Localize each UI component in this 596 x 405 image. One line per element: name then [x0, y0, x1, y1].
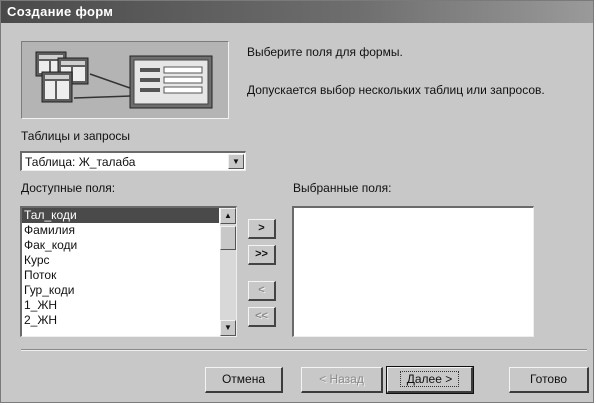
remove-field-button[interactable]: <	[248, 281, 276, 301]
list-item[interactable]: Гур_коди	[22, 283, 219, 298]
next-button-label: Далее >	[399, 371, 460, 387]
instruction-heading: Выберите поля для формы.	[247, 45, 403, 59]
scroll-up-arrow-icon[interactable]: ▲	[220, 208, 236, 224]
list-item[interactable]: Фамилия	[22, 223, 219, 238]
list-item[interactable]: Поток	[22, 268, 219, 283]
list-item[interactable]: 1_ЖН	[22, 298, 219, 313]
instruction-description: Допускается выбор нескольких таблиц или …	[247, 83, 545, 97]
available-fields-list[interactable]: Тал_коди Фамилия Фак_коди Курс Поток Гур_коди…	[20, 206, 237, 337]
next-button[interactable]: Далее >	[386, 366, 474, 394]
available-fields-scrollbar[interactable]: ▲ ▼	[220, 208, 236, 336]
scroll-down-arrow-icon[interactable]: ▼	[220, 320, 236, 336]
scroll-thumb[interactable]	[220, 226, 236, 250]
available-fields-label: Доступные поля:	[21, 181, 116, 195]
cancel-button[interactable]: Отмена	[205, 367, 283, 393]
footer-divider	[21, 349, 587, 351]
list-item[interactable]: Фак_коди	[22, 238, 219, 253]
finish-button[interactable]: Готово	[509, 367, 589, 393]
title-bar[interactable]: Создание форм	[1, 1, 593, 23]
add-field-button[interactable]: >	[248, 219, 276, 239]
form-wizard-dialog: Создание форм Выберите поля для формы. Д…	[0, 0, 594, 403]
back-button[interactable]: < Назад	[301, 367, 383, 393]
available-fields-items: Тал_коди Фамилия Фак_коди Курс Поток Гур_коди…	[22, 208, 219, 328]
combobox-value: Таблица: Ж_талаба	[25, 155, 136, 169]
remove-all-fields-button[interactable]: <<	[248, 307, 276, 327]
wizard-illustration	[21, 41, 229, 119]
list-item[interactable]: Курс	[22, 253, 219, 268]
chevron-down-icon[interactable]: ▼	[228, 154, 244, 169]
tables-queries-label: Таблицы и запросы	[21, 129, 131, 143]
list-item[interactable]: Тал_коди	[22, 208, 219, 223]
selected-fields-list[interactable]	[292, 206, 534, 337]
list-item[interactable]: 2_ЖН	[22, 313, 219, 328]
selected-fields-label: Выбранные поля:	[293, 181, 392, 195]
add-all-fields-button[interactable]: >>	[248, 245, 276, 265]
tables-queries-combobox[interactable]: Таблица: Ж_талаба ▼	[20, 151, 246, 171]
tables-to-form-icon	[35, 51, 213, 109]
